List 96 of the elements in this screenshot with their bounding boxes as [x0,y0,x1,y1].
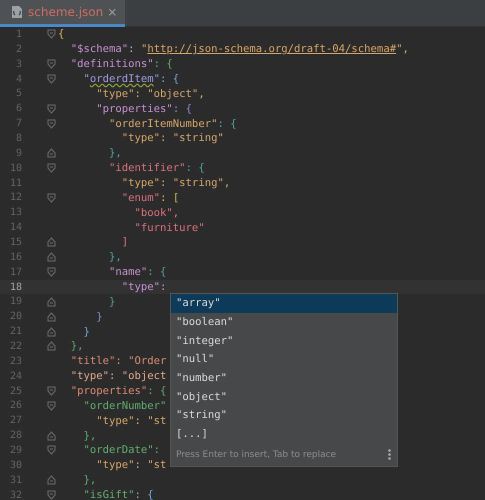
line-number: 13 [8,207,22,218]
fold-icon[interactable] [47,192,56,203]
code-line: }, [82,474,96,486]
completion-item[interactable]: "boolean" [171,312,397,332]
line-number: 7 [14,118,22,130]
code-line: "$schema": "http://json-schema.org/draft-04/schema#", [70,43,409,56]
hint-text: Press Enter to insert, Tab to replace [176,450,336,460]
code-line: }, [82,430,96,442]
code-line: "orderDate": [82,444,160,456]
code-line: }, [70,340,84,352]
code-line: "orderNumber" [82,400,166,412]
code-line: "identifier": { [108,162,205,174]
fold-icon[interactable] [47,237,56,248]
fold-icon[interactable] [47,59,56,70]
line-number: 29 [8,444,22,456]
fold-icon[interactable] [47,252,56,262]
fold-icon[interactable] [47,148,56,158]
line-number: 9 [14,148,22,159]
code-line: "title": "Order [70,355,166,368]
line-number: 21 [8,326,22,338]
code-line: "type": [120,281,166,294]
code-line: "name": { [108,266,166,278]
fold-icon[interactable] [47,296,56,307]
line-number: 14 [8,222,22,234]
code-line: "book", [134,206,180,219]
fold-icon[interactable] [47,118,56,129]
code-line: "properties": { [95,102,192,115]
more-options-icon[interactable] [388,449,391,460]
fold-icon[interactable] [47,490,56,500]
line-number: 17 [8,266,22,278]
code-line: } [95,310,103,323]
line-number: 3 [14,58,22,70]
line-number: 23 [8,356,22,367]
line-number: 32 [8,490,22,500]
code-line: "furniture" [134,222,205,234]
completion-item[interactable]: "integer" [171,331,397,350]
line-number: 10 [8,162,22,174]
line-number: 1 [14,28,22,40]
line-number: 18 [8,282,22,293]
line-number: 5 [14,88,22,100]
completion-item[interactable]: "string" [171,406,397,425]
code-line: { [58,28,64,40]
code-line: }, [108,251,122,264]
completion-item[interactable]: [...] [171,424,397,444]
line-number: 28 [8,430,22,442]
completion-item[interactable]: "number" [171,368,397,388]
code-line: } [82,326,90,338]
completion-item[interactable]: "array" [171,294,397,313]
fold-icon[interactable] [47,74,56,84]
line-number: 4 [14,74,22,84]
fold-icon[interactable] [47,29,56,40]
json-file-icon [10,5,24,19]
line-number: 26 [8,400,22,412]
code-line: "type": "st [95,414,166,427]
code-line: "enum": [ [120,192,180,204]
code-line: }, [108,147,122,160]
line-number: 25 [8,386,22,397]
line-number: 30 [8,460,22,471]
code-line: "type": "string", [120,177,230,190]
line-number: 22 [8,340,22,352]
fold-icon[interactable] [47,341,56,352]
completion-item[interactable]: "object" [171,387,397,406]
fold-icon[interactable] [47,312,56,322]
code-line: "properties": { [70,385,166,398]
fold-icon[interactable] [47,475,56,486]
line-number: 11 [8,178,22,189]
code-line: "isGift": { [82,489,154,500]
line-number: 15 [8,236,22,248]
line-number: 2 [14,44,22,55]
fold-icon[interactable] [47,445,56,456]
code-line: "type": "string" [120,132,224,144]
fold-icon[interactable] [47,267,56,278]
fold-icon[interactable] [47,326,56,337]
line-number: 8 [14,132,22,144]
code-line: "orderItemNumber": { [108,118,237,130]
line-number: 20 [8,311,22,322]
line-number: 31 [8,474,22,486]
line-number: 24 [8,370,22,382]
line-number: 19 [8,296,22,308]
fold-icon[interactable] [47,104,56,114]
fold-icon[interactable] [47,400,56,411]
code-line: ] [120,236,128,248]
fold-icon[interactable] [47,430,56,441]
line-number: 12 [8,192,22,204]
code-line: "definitions": { [70,58,173,70]
line-number: 27 [8,415,22,426]
code-line: "type": "object", [95,88,205,100]
fold-icon[interactable] [47,386,56,396]
completion-item[interactable]: "null" [171,350,397,369]
line-number: 16 [8,252,22,263]
line-number: 6 [14,103,22,114]
code-line: "orderdItem": { [82,73,180,85]
code-line: } [108,296,116,308]
fold-icon[interactable] [47,163,56,174]
code-line: "type": "st [95,459,166,472]
code-line: "type": "object [70,370,166,382]
